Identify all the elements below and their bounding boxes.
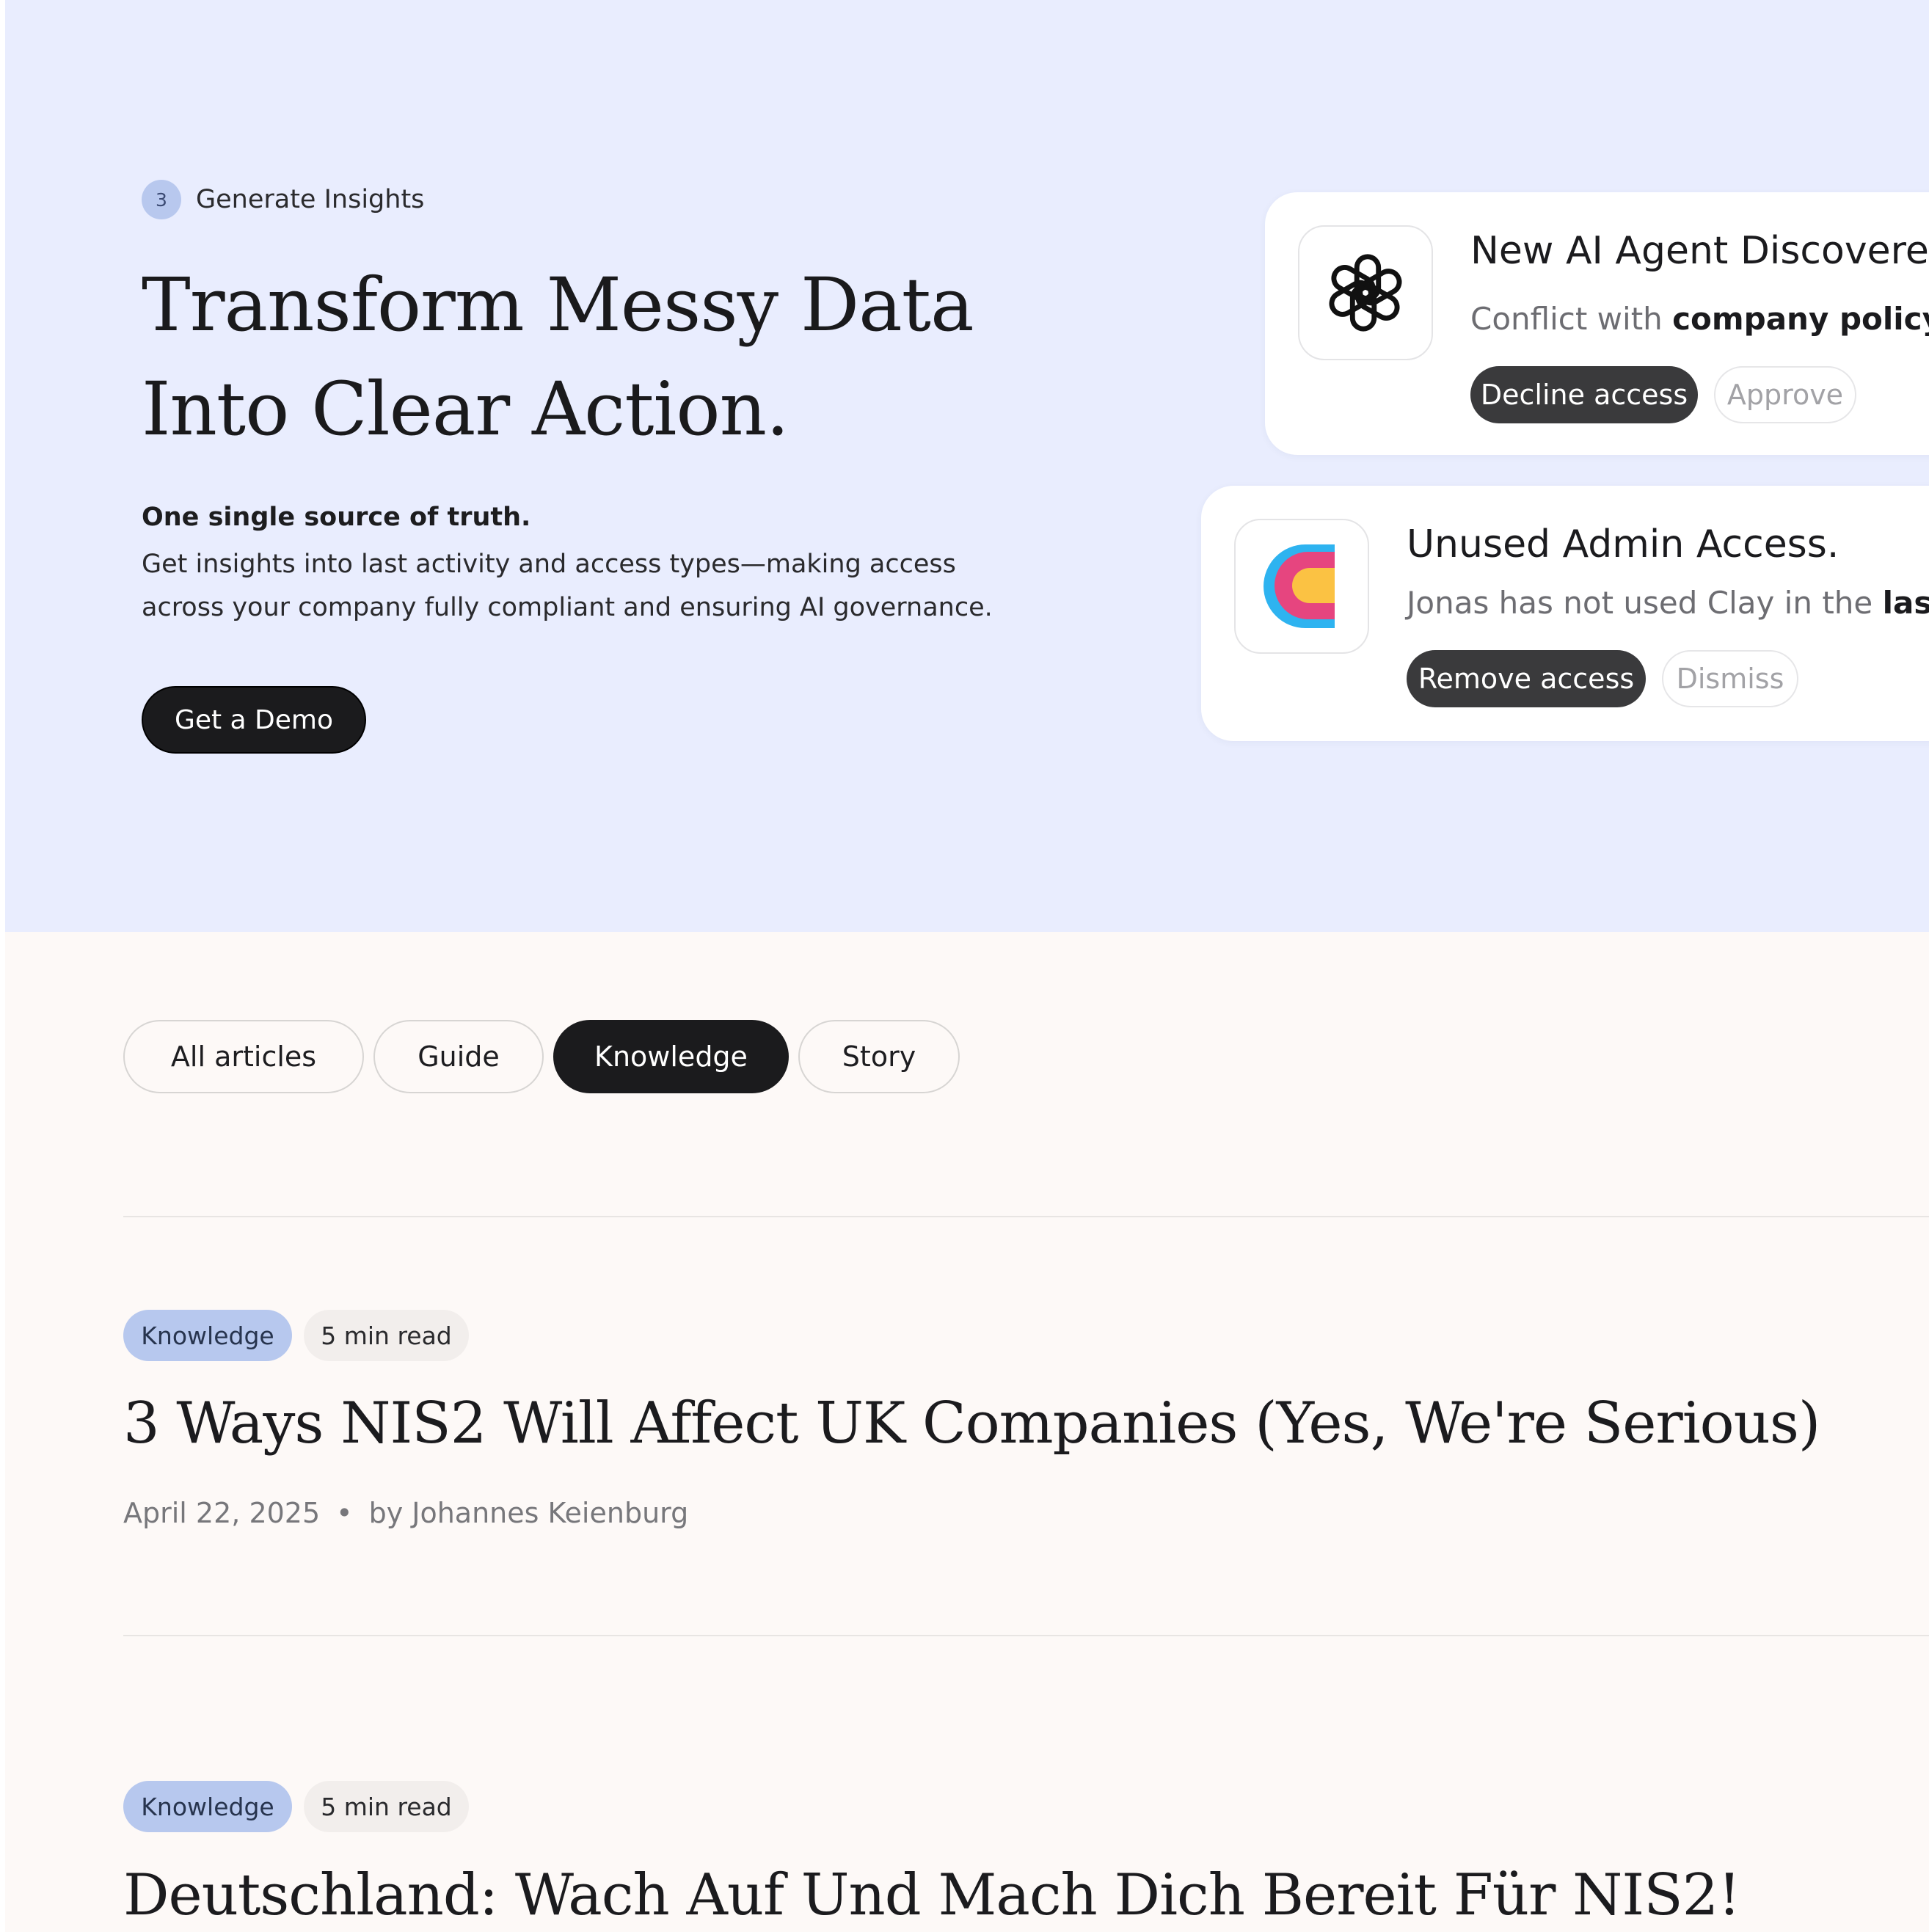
approve-button[interactable]: Approve xyxy=(1714,366,1856,423)
read-time-badge: 5 min read xyxy=(304,1781,469,1832)
article-date: April 22, 2025 xyxy=(123,1497,321,1529)
card-description-emphasis: last xyxy=(1882,585,1929,621)
card-description-emphasis: company policy, xyxy=(1672,301,1929,337)
card-description-text: Jonas has not used Clay in the xyxy=(1407,585,1883,621)
clay-icon xyxy=(1234,519,1369,654)
meta-separator: • xyxy=(336,1497,353,1529)
openai-icon xyxy=(1298,225,1433,360)
article-meta: April 22, 2025 • by Johannes Keienburg xyxy=(123,1497,688,1529)
filter-guide[interactable]: Guide xyxy=(373,1020,544,1093)
hero-title-line-2: Into Clear Action. xyxy=(142,366,790,452)
hero-lead: One single source of truth. xyxy=(142,503,531,532)
hero-description-line-2: across your company fully compliant and … xyxy=(142,593,993,622)
category-tag[interactable]: Knowledge xyxy=(123,1781,292,1832)
divider xyxy=(123,1216,1929,1217)
notification-card-ai-agent: New AI Agent Discovered Conflict with co… xyxy=(1265,192,1929,455)
hero-section: 3 Generate Insights Transform Messy Data… xyxy=(5,0,1929,932)
card-title: New AI Agent Discovered xyxy=(1470,229,1929,273)
category-tag[interactable]: Knowledge xyxy=(123,1310,292,1361)
notification-card-unused-admin: Unused Admin Access. Jonas has not used … xyxy=(1201,486,1929,741)
card-description: Jonas has not used Clay in the last xyxy=(1407,585,1929,621)
decline-access-button[interactable]: Decline access xyxy=(1470,366,1698,423)
read-time-badge: 5 min read xyxy=(304,1310,469,1361)
step-indicator: 3 Generate Insights xyxy=(142,180,424,219)
filter-knowledge[interactable]: Knowledge xyxy=(553,1020,789,1093)
article-title[interactable]: 3 Ways NIS2 Will Affect UK Companies (Ye… xyxy=(123,1390,1820,1457)
divider xyxy=(123,1635,1929,1636)
filter-all-articles[interactable]: All articles xyxy=(123,1020,364,1093)
hero-description: Get insights into last activity and acce… xyxy=(142,543,1022,630)
filter-story[interactable]: Story xyxy=(798,1020,960,1093)
get-demo-button[interactable]: Get a Demo xyxy=(142,686,366,754)
card-description-text: Conflict with xyxy=(1470,301,1673,337)
hero-description-line-1: Get insights into last activity and acce… xyxy=(142,550,956,579)
article-author[interactable]: by Johannes Keienburg xyxy=(369,1497,689,1529)
article-title[interactable]: Deutschland: Wach Auf Und Mach Dich Bere… xyxy=(123,1862,1741,1928)
remove-access-button[interactable]: Remove access xyxy=(1407,650,1646,707)
articles-section: All articles Guide Knowledge Story Knowl… xyxy=(5,932,1929,1932)
step-number: 3 xyxy=(142,180,181,219)
dismiss-button[interactable]: Dismiss xyxy=(1662,650,1798,707)
hero-title-line-1: Transform Messy Data xyxy=(142,262,974,348)
hero-title: Transform Messy Data Into Clear Action. xyxy=(142,253,1022,462)
step-label: Generate Insights xyxy=(196,185,425,214)
card-title: Unused Admin Access. xyxy=(1407,522,1839,566)
card-description: Conflict with company policy, xyxy=(1470,301,1929,337)
